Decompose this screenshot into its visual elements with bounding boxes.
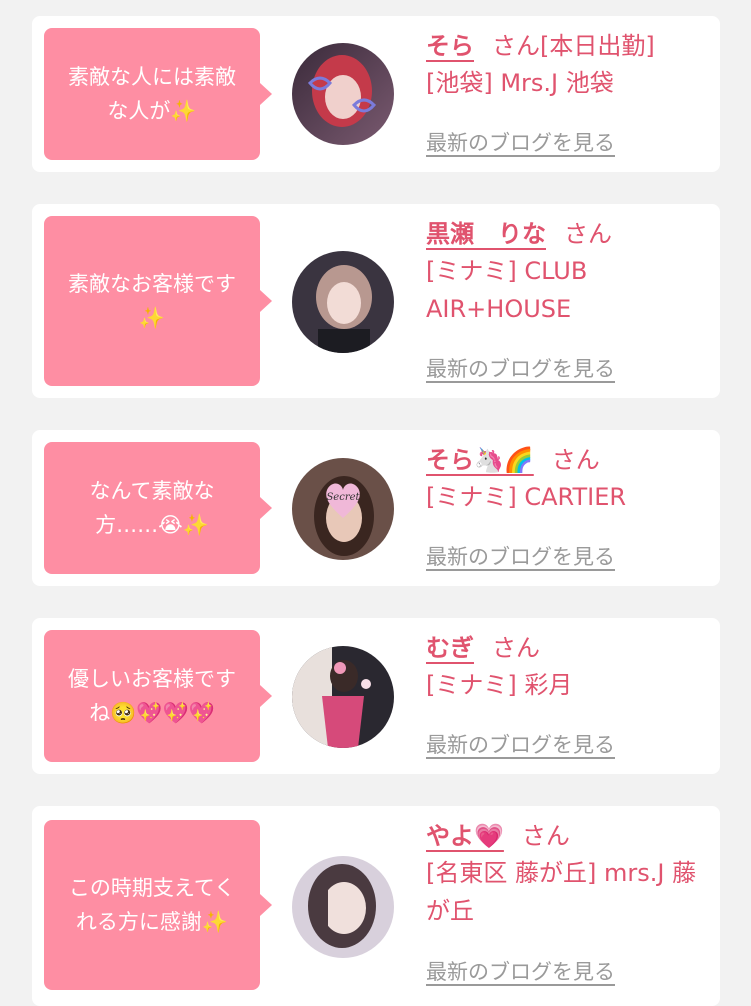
shop-name: [名東区 藤が丘] mrs.J 藤が丘 <box>426 859 697 925</box>
comment-bubble: なんて素敵な方……😭✨ <box>44 442 272 574</box>
girl-name-link[interactable]: やよ💗 <box>426 822 504 850</box>
name-suffix: さん <box>521 822 570 850</box>
girl-name-link[interactable]: そら <box>426 32 474 60</box>
avatar[interactable] <box>292 43 394 145</box>
blog-link[interactable]: 最新のブログを見る <box>426 729 615 759</box>
name-line: やよ💗 さん <box>426 818 716 854</box>
name-suffix: さん <box>564 220 612 248</box>
comment-text: この時期支えてくれる方に感謝✨ <box>68 876 236 934</box>
comment-bubble: この時期支えてくれる方に感謝✨ <box>44 820 272 990</box>
blog-link[interactable]: 最新のブログを見る <box>426 127 615 157</box>
comment-bubble: 素敵なお客様です✨ <box>44 216 272 386</box>
avatar[interactable] <box>292 856 394 958</box>
name-suffix: さん <box>492 634 540 662</box>
comment-text: 素敵な人には素敵な人が✨ <box>68 65 236 123</box>
comment-text: 素敵なお客様です✨ <box>68 272 236 330</box>
girl-name-link[interactable]: そら🦄🌈 <box>426 446 534 474</box>
comment-bubble: 優しいお客様です ね🥺💖💖💖 <box>44 630 272 762</box>
review-card: なんて素敵な方……😭✨ Secret そら🦄🌈 さん [ミナミ] CARTIER … <box>32 430 720 586</box>
avatar[interactable] <box>292 646 394 748</box>
name-line: 黒瀬 りな さん <box>426 216 716 252</box>
shop-name: [ミナミ] 彩月 <box>426 671 573 699</box>
blog-link[interactable]: 最新のブログを見る <box>426 956 615 986</box>
shop-name: [ミナミ] CARTIER <box>426 483 627 511</box>
blog-link[interactable]: 最新のブログを見る <box>426 353 615 383</box>
name-suffix: さん[本日出勤] <box>492 32 655 60</box>
name-line: そら🦄🌈 さん <box>426 442 716 478</box>
review-card: 素敵なお客様です✨ 黒瀬 りな さん [ミナミ] CLUB AIR+HOUSE 最… <box>32 204 720 398</box>
name-line: むぎ さん <box>426 630 716 666</box>
blog-link[interactable]: 最新のブログを見る <box>426 541 615 571</box>
comment-text: 優しいお客様です ね🥺💖💖💖 <box>68 667 236 725</box>
comment-bubble: 素敵な人には素敵な人が✨ <box>44 28 272 160</box>
girl-name-link[interactable]: 黒瀬 りな <box>426 220 546 248</box>
comment-text: なんて素敵な方……😭✨ <box>89 479 215 537</box>
review-card: この時期支えてくれる方に感謝✨ やよ💗 さん [名東区 藤が丘] mrs.J 藤が… <box>32 806 720 1006</box>
girl-name-link[interactable]: むぎ <box>426 634 474 662</box>
avatar-secret-label: Secret <box>326 492 360 503</box>
shop-name: [池袋] Mrs.J 池袋 <box>426 69 614 97</box>
shop-name: [ミナミ] CLUB AIR+HOUSE <box>426 257 588 323</box>
name-suffix: さん <box>551 446 600 474</box>
review-card: 優しいお客様です ね🥺💖💖💖 むぎ さん [ミナミ] 彩月 最新のブログを見る <box>32 618 720 774</box>
name-line: そら さん[本日出勤] <box>426 28 716 64</box>
avatar[interactable]: Secret <box>292 458 394 560</box>
review-card: 素敵な人には素敵な人が✨ そら さん[本日出勤] [池袋] Mrs.J 池袋 最新… <box>32 16 720 172</box>
avatar[interactable] <box>292 251 394 353</box>
